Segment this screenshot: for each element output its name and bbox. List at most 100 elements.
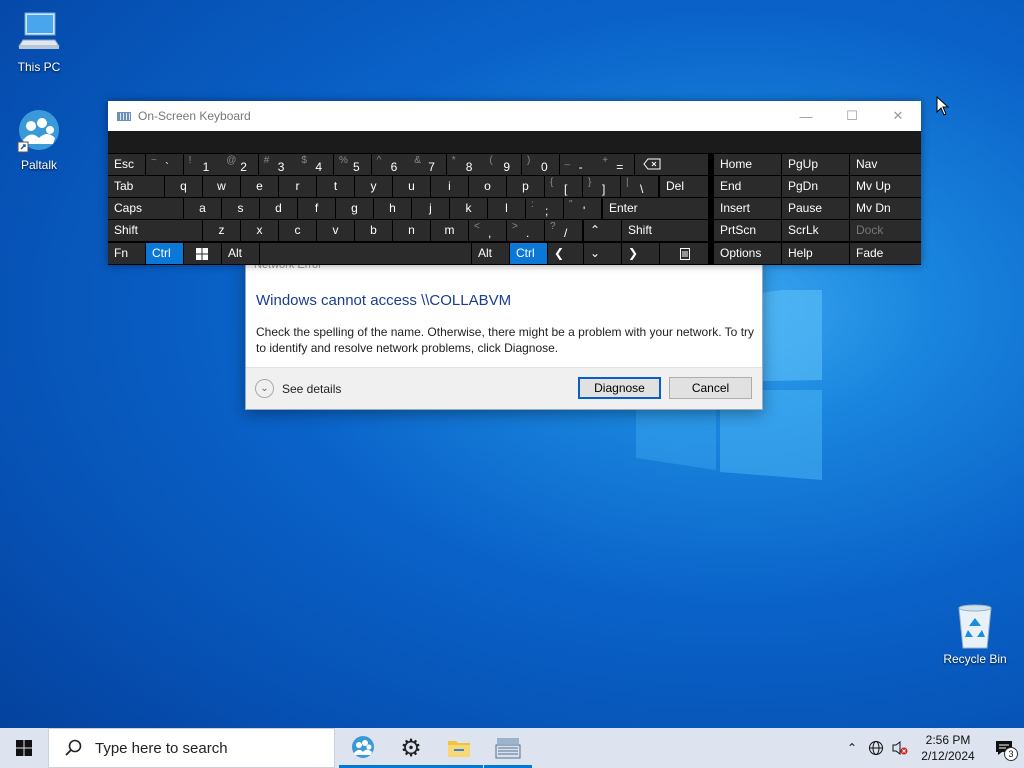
key-7[interactable]: ^ 6: [371, 154, 409, 175]
key-sym2-1[interactable]: }]: [583, 176, 620, 197]
key-backspace[interactable]: [635, 154, 708, 175]
key-prtscn[interactable]: PrtScn: [714, 220, 781, 241]
key-sym3-0[interactable]: :;: [526, 198, 563, 219]
network-icon[interactable]: [864, 728, 888, 768]
key-arrow-up[interactable]: ⌃: [584, 220, 621, 241]
key-k[interactable]: k: [450, 198, 487, 219]
key-z[interactable]: z: [203, 220, 240, 241]
key-6[interactable]: % 5: [334, 154, 371, 175]
start-button[interactable]: [0, 728, 48, 768]
key-y[interactable]: y: [355, 176, 392, 197]
key-w[interactable]: w: [203, 176, 240, 197]
key-home[interactable]: Home: [714, 154, 781, 175]
key-13[interactable]: + =: [597, 154, 635, 175]
key-l[interactable]: l: [488, 198, 525, 219]
key-caps[interactable]: Caps: [108, 198, 183, 219]
key-pgdn[interactable]: PgDn: [782, 176, 849, 197]
key-arrow-right[interactable]: ❯: [622, 243, 659, 264]
key-i[interactable]: i: [431, 176, 468, 197]
key-r[interactable]: r: [279, 176, 316, 197]
key-a[interactable]: a: [184, 198, 221, 219]
key-b[interactable]: b: [355, 220, 392, 241]
minimize-button[interactable]: —: [783, 101, 829, 131]
close-button[interactable]: ✕: [875, 101, 921, 131]
key-pgup[interactable]: PgUp: [782, 154, 849, 175]
key-dock[interactable]: Dock: [850, 220, 921, 241]
taskbar-app-paltalk[interactable]: [339, 728, 387, 768]
key-space[interactable]: [260, 243, 471, 264]
key-h[interactable]: h: [374, 198, 411, 219]
key-sym4-2[interactable]: ? /: [545, 220, 582, 241]
key-s[interactable]: s: [222, 198, 259, 219]
key-ctrl-left[interactable]: Ctrl: [146, 243, 183, 264]
key-del[interactable]: Del: [660, 176, 708, 197]
key-q[interactable]: q: [165, 176, 202, 197]
taskbar-app-settings[interactable]: ⚙: [387, 728, 435, 768]
cancel-button[interactable]: Cancel: [669, 377, 752, 399]
key-11[interactable]: ) 0: [522, 154, 559, 175]
key-sym2-2[interactable]: | \: [621, 176, 658, 197]
key-t[interactable]: t: [317, 176, 354, 197]
key-tab[interactable]: Tab: [108, 176, 164, 197]
show-hidden-icons-button[interactable]: ⌃: [840, 728, 864, 768]
key-shift-right[interactable]: Shift: [622, 220, 708, 241]
key-5[interactable]: $4: [296, 154, 334, 175]
key-alt-left[interactable]: Alt: [222, 243, 259, 264]
maximize-button[interactable]: ☐: [829, 101, 875, 131]
taskbar-search-box[interactable]: Type here to search: [48, 728, 335, 768]
key-insert[interactable]: Insert: [714, 198, 781, 219]
key-ctrl-right[interactable]: Ctrl: [510, 243, 547, 264]
key-sym2-0[interactable]: {[: [545, 176, 582, 197]
key-fade[interactable]: Fade: [850, 243, 921, 264]
desktop-icon-this-pc[interactable]: This PC: [1, 10, 77, 74]
key-end[interactable]: End: [714, 176, 781, 197]
see-details-toggle[interactable]: ⌄ See details: [255, 379, 341, 398]
key-sym4-1[interactable]: >.: [507, 220, 544, 241]
diagnose-button[interactable]: Diagnose: [578, 377, 661, 399]
key-scrlk[interactable]: ScrLk: [782, 220, 849, 241]
key-shift-left[interactable]: Shift: [108, 220, 202, 241]
key-v[interactable]: v: [317, 220, 354, 241]
key-o[interactable]: o: [469, 176, 506, 197]
key-2[interactable]: ! 1: [183, 154, 221, 175]
key-f[interactable]: f: [298, 198, 335, 219]
taskbar-app-file-explorer[interactable]: [435, 728, 483, 768]
key-3[interactable]: @2: [221, 154, 259, 175]
clock[interactable]: 2:56 PM 2/12/2024: [912, 732, 984, 764]
desktop-icon-paltalk[interactable]: Paltalk: [1, 108, 77, 172]
key-m[interactable]: m: [431, 220, 468, 241]
key-j[interactable]: j: [412, 198, 449, 219]
key-d[interactable]: d: [260, 198, 297, 219]
key-windows[interactable]: [184, 243, 221, 264]
volume-muted-icon[interactable]: [888, 728, 912, 768]
key-9[interactable]: * 8: [446, 154, 484, 175]
key-arrow-down[interactable]: ⌄: [584, 243, 621, 264]
key-mv-up[interactable]: Mv Up: [850, 176, 921, 197]
key-c[interactable]: c: [279, 220, 316, 241]
key-arrow-left[interactable]: ❮: [548, 243, 583, 264]
key-p[interactable]: p: [507, 176, 544, 197]
desktop-icon-recycle-bin[interactable]: Recycle Bin: [937, 602, 1013, 666]
key-alt-right[interactable]: Alt: [472, 243, 509, 264]
key-sym3-1[interactable]: " ': [564, 198, 601, 219]
key-n[interactable]: n: [393, 220, 430, 241]
taskbar-app-on-screen-keyboard[interactable]: [484, 728, 532, 768]
key-menu[interactable]: [660, 243, 708, 264]
key-10[interactable]: (9: [484, 154, 522, 175]
key-enter[interactable]: Enter: [603, 198, 708, 219]
key-esc[interactable]: Esc: [108, 154, 145, 175]
key-mv-dn[interactable]: Mv Dn: [850, 198, 921, 219]
key-4[interactable]: #3: [258, 154, 296, 175]
key-1[interactable]: ~ `: [146, 154, 183, 175]
key-options[interactable]: Options: [714, 243, 781, 264]
key-x[interactable]: x: [241, 220, 278, 241]
key-e[interactable]: e: [241, 176, 278, 197]
key-nav[interactable]: Nav: [850, 154, 921, 175]
key-8[interactable]: & 7: [409, 154, 447, 175]
key-u[interactable]: u: [393, 176, 430, 197]
key-g[interactable]: g: [336, 198, 373, 219]
key-help[interactable]: Help: [782, 243, 849, 264]
key-fn[interactable]: Fn: [108, 243, 145, 264]
key-sym4-0[interactable]: <,: [469, 220, 506, 241]
key-pause[interactable]: Pause: [782, 198, 849, 219]
